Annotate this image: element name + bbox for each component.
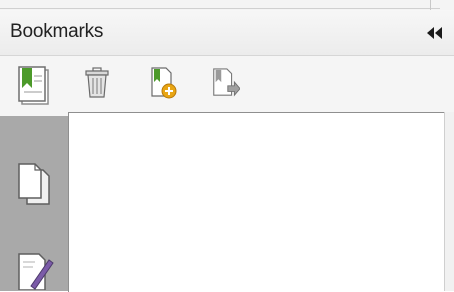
- delete-bookmark-button[interactable]: [82, 66, 112, 100]
- double-chevron-left-icon: [427, 27, 442, 39]
- collapse-panel-button[interactable]: [422, 20, 448, 46]
- new-bookmark-icon: [151, 67, 177, 99]
- move-bookmark-button[interactable]: [210, 66, 240, 100]
- top-separator: [430, 0, 431, 10]
- tab-bookmarks[interactable]: [0, 56, 68, 116]
- pages-icon: [18, 163, 50, 205]
- signature-pen-icon: [18, 252, 54, 290]
- bookmark-panel-icon: [18, 66, 49, 105]
- trash-icon: [85, 67, 109, 98]
- top-divider: [0, 8, 440, 9]
- new-bookmark-button[interactable]: [148, 66, 178, 100]
- top-strip: [0, 0, 454, 10]
- bookmark-arrow-icon: [213, 68, 240, 97]
- panel-scroll-edge: [444, 112, 454, 291]
- panel-header: Bookmarks: [0, 10, 454, 56]
- sidebar: [0, 56, 68, 291]
- tab-signatures[interactable]: [0, 246, 68, 291]
- panel-title: Bookmarks: [10, 21, 104, 42]
- bookmark-toolbar: [68, 56, 454, 112]
- bookmarks-tree[interactable]: [68, 112, 445, 292]
- tab-pages[interactable]: [0, 154, 68, 216]
